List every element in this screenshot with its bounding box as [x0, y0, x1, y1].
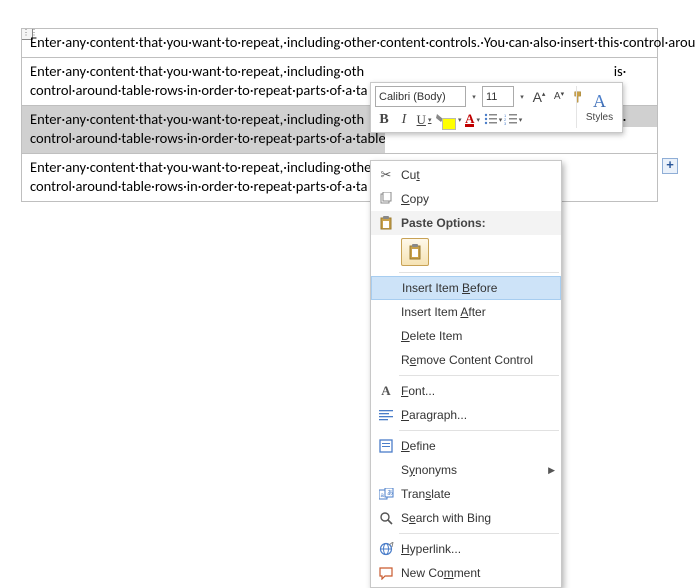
styles-button[interactable]: A Styles	[576, 86, 618, 128]
context-menu: ✂ Cut Copy Paste Options: Insert Item Be…	[370, 160, 562, 588]
menu-search-bing[interactable]: Search with Bing	[371, 506, 561, 530]
menu-hyperlink[interactable]: Hyperlink...	[371, 537, 561, 561]
chevron-right-icon: ▶	[548, 465, 555, 476]
paragraph-text: control·around·table·rows·in·order·to·re…	[30, 129, 398, 147]
svg-text:3: 3	[504, 121, 507, 125]
highlight-button[interactable]	[435, 110, 462, 130]
translate-icon: aあ	[375, 484, 397, 504]
italic-button[interactable]: I	[395, 110, 413, 130]
define-icon	[375, 436, 397, 456]
paste-icon	[375, 213, 397, 233]
paragraph-text: Enter·any·content·that·you·want·to·repea…	[30, 110, 364, 128]
table-row[interactable]: Enter·any·content·that·you·want·to·repea…	[22, 29, 657, 58]
menu-new-comment[interactable]: New Comment	[371, 561, 561, 585]
menu-separator	[399, 375, 559, 376]
menu-delete-item[interactable]: Delete Item	[371, 324, 561, 348]
hyperlink-icon	[375, 539, 397, 559]
numbering-button[interactable]: 123	[504, 110, 522, 130]
menu-paragraph[interactable]: Paragraph...	[371, 403, 561, 427]
mini-toolbar: Calibri (Body) ▾ 11 ▾ A▴ A▾ B I U A	[370, 82, 623, 133]
svg-text:あ: あ	[387, 490, 393, 497]
menu-separator	[399, 430, 559, 431]
grow-font-button[interactable]: A▴	[530, 87, 548, 107]
paragraph-text: is·	[614, 62, 627, 80]
styles-icon: A	[593, 91, 606, 112]
font-size-value: 11	[486, 91, 497, 103]
number-list-icon: 123	[504, 113, 517, 128]
font-color-button[interactable]: A	[464, 110, 482, 130]
paragraph-icon	[375, 405, 397, 425]
paragraph-text: Enter·any·content·that·you·want·to·repea…	[30, 158, 380, 176]
font-name-select[interactable]: Calibri (Body)	[375, 86, 466, 107]
shrink-font-button[interactable]: A▾	[550, 87, 568, 107]
paragraph-text: Enter·any·content·that·you·want·to·repea…	[30, 33, 696, 51]
paste-options-label: Paste Options:	[397, 216, 555, 230]
menu-remove-content-control[interactable]: Remove Content Control	[371, 348, 561, 372]
bold-button[interactable]: B	[375, 110, 393, 130]
add-item-button[interactable]: +	[662, 158, 678, 174]
paste-keep-formatting-button[interactable]	[401, 238, 429, 266]
menu-translate[interactable]: aあ Translate	[371, 482, 561, 506]
chevron-down-icon[interactable]: ▾	[516, 93, 528, 101]
menu-copy[interactable]: Copy	[371, 187, 561, 211]
cut-icon: ✂	[375, 165, 397, 185]
chevron-down-icon[interactable]: ▾	[468, 93, 480, 101]
menu-separator	[399, 272, 559, 273]
menu-separator	[399, 533, 559, 534]
font-size-select[interactable]: 11	[482, 86, 514, 107]
menu-font[interactable]: A Font...	[371, 379, 561, 403]
paragraph-text: control·around·table·rows·in·order·to·re…	[30, 81, 368, 99]
menu-paste-options-header: Paste Options:	[371, 211, 561, 235]
paragraph-text: Enter·any·content·that·you·want·to·repea…	[30, 62, 364, 80]
bullets-button[interactable]	[484, 110, 502, 130]
menu-synonyms[interactable]: Synonyms ▶	[371, 458, 561, 482]
underline-button[interactable]: U	[415, 110, 433, 130]
menu-insert-item-after[interactable]: Insert Item After	[371, 300, 561, 324]
bullet-list-icon	[484, 113, 497, 128]
font-name-value: Calibri (Body)	[379, 91, 446, 103]
clipboard-icon	[408, 244, 422, 260]
font-icon: A	[375, 381, 397, 401]
menu-define[interactable]: Define	[371, 434, 561, 458]
styles-label: Styles	[586, 112, 613, 123]
search-icon	[375, 508, 397, 528]
menu-insert-item-before[interactable]: Insert Item Before	[371, 276, 561, 300]
comment-icon	[375, 563, 397, 583]
copy-icon	[375, 189, 397, 209]
menu-cut[interactable]: ✂ Cut	[371, 163, 561, 187]
paragraph-text: control·around·table·rows·in·order·to·re…	[30, 177, 368, 195]
paste-options-row	[371, 235, 561, 269]
